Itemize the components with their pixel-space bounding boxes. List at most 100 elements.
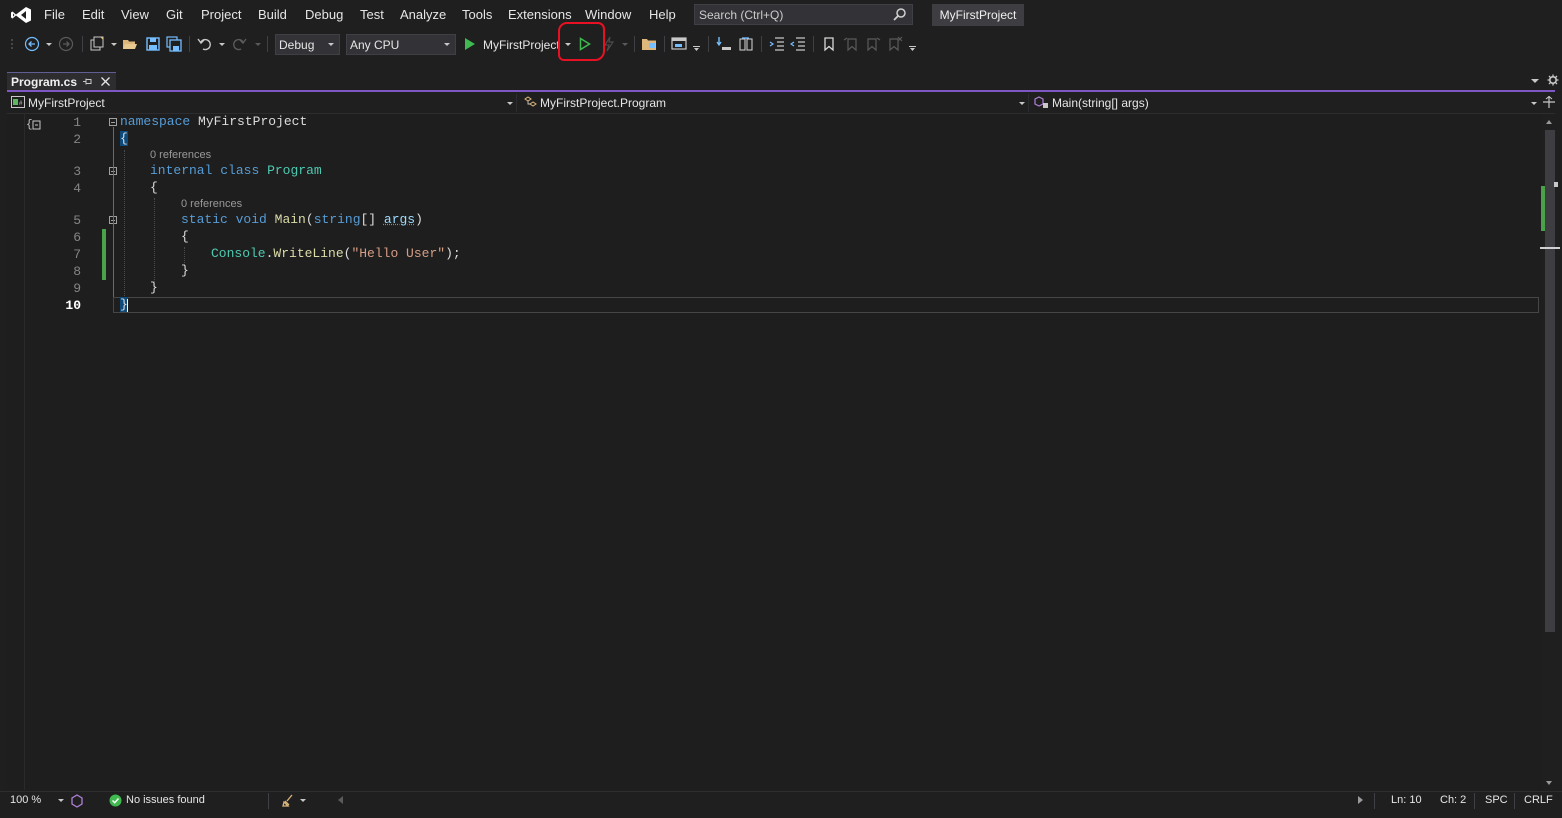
outdent-icon[interactable] bbox=[769, 36, 785, 52]
toolbar-separator bbox=[761, 36, 762, 52]
scrollbar-thumb[interactable] bbox=[1545, 130, 1555, 632]
scroll-up-icon[interactable] bbox=[1546, 120, 1552, 124]
tab-label: Program.cs bbox=[11, 75, 78, 89]
code-line-1: namespace MyFirstProject bbox=[120, 114, 307, 129]
collapse-namespace-icon[interactable] bbox=[109, 118, 117, 126]
menu-file[interactable]: File bbox=[44, 7, 65, 22]
project-dropdown[interactable]: MyFirstProject bbox=[28, 96, 105, 110]
step-over-icon[interactable] bbox=[738, 36, 754, 52]
platform-value: Any CPU bbox=[350, 38, 400, 52]
step-into-icon[interactable] bbox=[716, 36, 732, 52]
split-window-icon[interactable] bbox=[1543, 96, 1555, 108]
toolbar-overflow-icon[interactable] bbox=[909, 46, 917, 52]
redo-icon[interactable] bbox=[231, 36, 247, 52]
menu-help[interactable]: Help bbox=[649, 7, 676, 22]
tab-list-dropdown-icon[interactable] bbox=[1531, 79, 1539, 83]
line-indicator[interactable]: Ln: 10 bbox=[1391, 794, 1422, 806]
whitespace-indicator[interactable]: SPC bbox=[1485, 794, 1508, 806]
back-dropdown-icon[interactable] bbox=[46, 43, 52, 46]
pin-icon[interactable] bbox=[82, 76, 93, 87]
next-bookmark-icon[interactable] bbox=[865, 36, 881, 52]
menu-view[interactable]: View bbox=[121, 7, 149, 22]
menu-project[interactable]: Project bbox=[201, 7, 241, 22]
new-item-dropdown-icon[interactable] bbox=[111, 43, 117, 46]
open-folder-icon[interactable] bbox=[122, 36, 138, 52]
quick-actions-icon[interactable]: { bbox=[26, 116, 42, 132]
save-icon[interactable] bbox=[145, 36, 161, 52]
intellicode-icon[interactable] bbox=[70, 794, 84, 808]
previous-bookmark-icon[interactable] bbox=[843, 36, 859, 52]
undo-icon[interactable] bbox=[197, 36, 213, 52]
close-icon[interactable] bbox=[100, 76, 111, 87]
codelens-references[interactable]: 0 references bbox=[150, 149, 211, 161]
chevron-down-icon[interactable] bbox=[1019, 102, 1025, 105]
menu-edit[interactable]: Edit bbox=[82, 7, 104, 22]
menu-debug[interactable]: Debug bbox=[305, 7, 343, 22]
menu-git[interactable]: Git bbox=[166, 7, 183, 22]
scroll-left-icon[interactable] bbox=[338, 796, 343, 804]
keyword: class bbox=[220, 163, 260, 178]
paren: ) bbox=[415, 212, 423, 227]
svg-text:{: { bbox=[26, 119, 33, 131]
keyword: internal bbox=[150, 163, 213, 178]
visual-studio-logo-icon[interactable] bbox=[10, 6, 32, 24]
keyword: void bbox=[235, 212, 267, 227]
svg-text:#: # bbox=[19, 101, 23, 107]
array-brackets: [] bbox=[360, 212, 384, 227]
code-line-2: { bbox=[120, 131, 128, 146]
method-name: WriteLine bbox=[273, 246, 344, 261]
zoom-level[interactable]: 100 % bbox=[10, 794, 41, 806]
menu-tools[interactable]: Tools bbox=[462, 7, 492, 22]
window-layout-icon[interactable] bbox=[671, 36, 687, 52]
issues-status[interactable]: No issues found bbox=[126, 794, 205, 806]
code-cleanup-icon[interactable] bbox=[282, 794, 296, 807]
solution-name-badge[interactable]: MyFirstProject bbox=[932, 4, 1024, 26]
save-all-icon[interactable] bbox=[166, 36, 182, 52]
paren: ( bbox=[305, 212, 314, 227]
change-tracking-bar bbox=[102, 229, 106, 280]
chevron-down-icon[interactable] bbox=[507, 102, 513, 105]
chevron-down-icon bbox=[328, 43, 334, 46]
clear-bookmarks-icon[interactable] bbox=[887, 36, 903, 52]
menu-extensions[interactable]: Extensions bbox=[508, 7, 572, 22]
menu-build[interactable]: Build bbox=[258, 7, 287, 22]
menu-analyze[interactable]: Analyze bbox=[400, 7, 446, 22]
undo-dropdown-icon[interactable] bbox=[219, 43, 225, 46]
new-item-icon[interactable] bbox=[89, 36, 105, 52]
chevron-down-icon[interactable] bbox=[1531, 102, 1537, 105]
line-ending-indicator[interactable]: CRLF bbox=[1524, 794, 1553, 806]
redo-dropdown-icon[interactable] bbox=[255, 43, 261, 46]
indent-icon[interactable] bbox=[790, 36, 806, 52]
solution-configuration-select[interactable]: Debug bbox=[275, 34, 340, 55]
toolbar-separator bbox=[813, 36, 814, 52]
solution-platform-select[interactable]: Any CPU bbox=[346, 34, 456, 55]
back-icon[interactable] bbox=[24, 36, 40, 52]
menu-test[interactable]: Test bbox=[360, 7, 384, 22]
hot-reload-dropdown-icon[interactable] bbox=[622, 43, 628, 46]
browse-folder-icon[interactable] bbox=[641, 36, 657, 52]
glyph-margin[interactable] bbox=[8, 114, 25, 790]
class-name: Console bbox=[211, 246, 266, 261]
menu-window[interactable]: Window bbox=[585, 7, 631, 22]
start-debugging-button[interactable]: MyFirstProject bbox=[483, 38, 560, 52]
cleanup-dropdown-icon[interactable] bbox=[300, 799, 306, 802]
toolbar-grip-icon bbox=[11, 39, 13, 49]
search-box[interactable]: Search (Ctrl+Q) bbox=[694, 4, 913, 25]
scroll-right-icon[interactable] bbox=[1358, 796, 1363, 804]
gear-icon[interactable] bbox=[1547, 74, 1559, 86]
scroll-caret-marker bbox=[1540, 247, 1560, 249]
type-dropdown[interactable]: MyFirstProject.Program bbox=[540, 96, 666, 110]
codelens-references[interactable]: 0 references bbox=[181, 198, 242, 210]
member-dropdown[interactable]: Main(string[] args) bbox=[1052, 96, 1149, 110]
line-number: 2 bbox=[73, 132, 81, 147]
zoom-dropdown-icon[interactable] bbox=[58, 799, 64, 802]
scroll-down-icon[interactable] bbox=[1546, 781, 1552, 785]
start-debugging-icon[interactable] bbox=[464, 37, 476, 51]
code-line-7: Console.WriteLine("Hello User"); bbox=[211, 246, 461, 261]
overflow-dropdown-icon[interactable] bbox=[693, 46, 701, 52]
nav-separator bbox=[516, 94, 517, 112]
forward-icon[interactable] bbox=[58, 36, 74, 52]
bookmark-icon[interactable] bbox=[821, 36, 837, 52]
csharp-project-icon: # bbox=[11, 96, 25, 108]
column-indicator[interactable]: Ch: 2 bbox=[1440, 794, 1466, 806]
